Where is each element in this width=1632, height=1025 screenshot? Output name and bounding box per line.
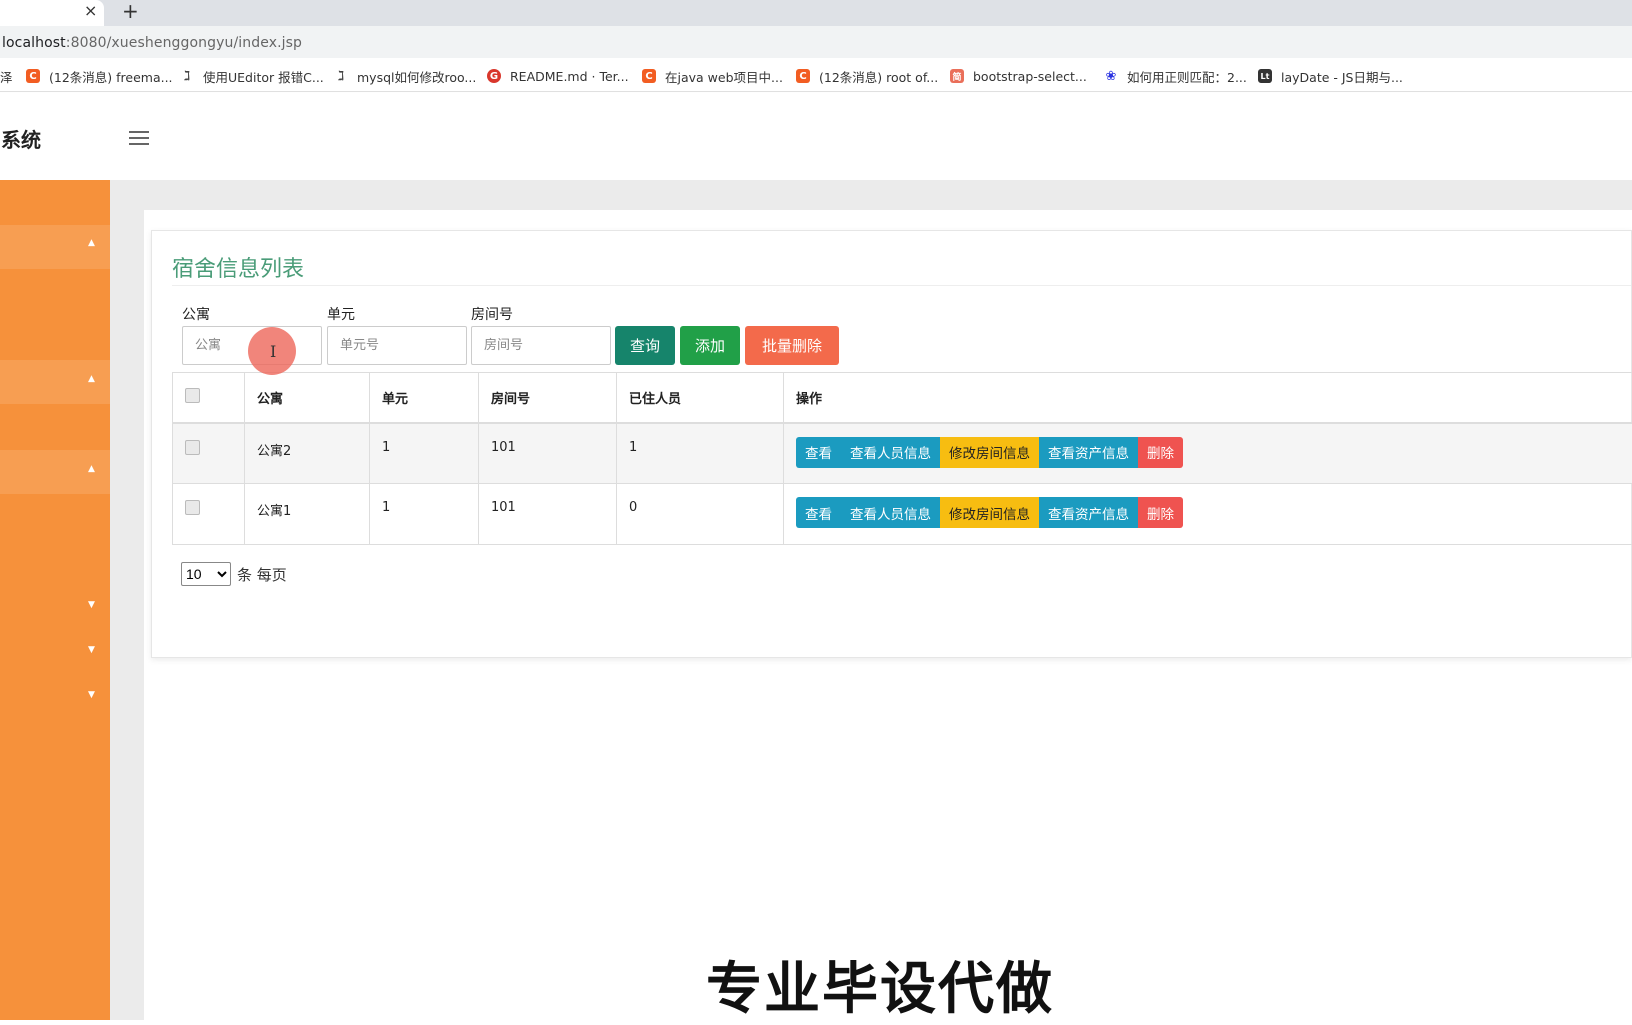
csdn-icon: C	[26, 69, 40, 83]
pagination: 10 条 每页	[181, 562, 287, 586]
page-size-suffix: 条 每页	[237, 564, 287, 585]
paw-icon: ❀	[1104, 69, 1118, 83]
search-button[interactable]: 查询	[615, 326, 675, 365]
close-tab-icon[interactable]: ×	[84, 1, 97, 20]
address-bar[interactable]: localhost:8080/xueshenggongyu/index.jsp	[0, 26, 1632, 58]
new-tab-button[interactable]: +	[122, 0, 139, 23]
actions-cell: 查看 查看人员信息 修改房间信息 查看资产信息 删除	[784, 484, 1632, 545]
view-button[interactable]: 查看	[796, 437, 841, 468]
apartment-cell: 公寓1	[245, 484, 370, 545]
column-header: 操作	[784, 373, 1632, 423]
occupants-cell: 1	[617, 423, 784, 484]
sidebar: ▲ ▲ ▲ ▼ ▼ ▼	[0, 180, 110, 1020]
table-row: 公寓1 1 101 0 查看 查看人员信息 修改房间信息 查看资产信息 删除	[173, 484, 1632, 545]
view-button[interactable]: 查看	[796, 497, 841, 528]
room-input[interactable]	[471, 326, 611, 365]
row-checkbox[interactable]	[185, 440, 200, 455]
bookmark-item[interactable]: ❀如何用正则匹配：2...	[1104, 67, 1247, 85]
bookmark-item[interactable]: C(12条消息) root of...	[796, 67, 938, 85]
column-header[interactable]: 公寓	[245, 373, 370, 423]
bookmark-item[interactable]: LtlayDate - JS日期与...	[1258, 67, 1403, 85]
tag-icon: ℷ	[334, 69, 348, 83]
row-select-cell	[173, 484, 245, 545]
page-size-select[interactable]: 10	[181, 562, 231, 586]
bookmark-item[interactable]: GREADME.md · Ter...	[487, 67, 629, 85]
sidebar-menu-item[interactable]: ▲	[0, 450, 110, 494]
view-occupants-button[interactable]: 查看人员信息	[841, 497, 940, 528]
tag-icon: ℷ	[180, 69, 194, 83]
delete-button[interactable]: 删除	[1138, 437, 1183, 468]
edit-room-button[interactable]: 修改房间信息	[940, 497, 1039, 528]
caret-up-icon: ▲	[88, 464, 95, 474]
caret-down-icon[interactable]: ▼	[88, 645, 95, 655]
caret-down-icon[interactable]: ▼	[88, 690, 95, 700]
csdn-icon: C	[796, 69, 810, 83]
app-header: 系统	[0, 93, 1632, 180]
select-all-cell	[173, 373, 245, 423]
unit-input[interactable]	[327, 326, 467, 365]
caret-up-icon: ▲	[88, 238, 95, 248]
room-label: 房间号	[471, 304, 513, 324]
bookmark-item[interactable]: C在java web项目中...	[642, 67, 783, 85]
app-brand: 系统	[1, 124, 41, 153]
laydate-icon: Lt	[1258, 69, 1272, 83]
csdn-icon: C	[642, 69, 656, 83]
browser-tab[interactable]: ×	[0, 0, 104, 26]
bookmark-item[interactable]: 泽	[0, 67, 13, 85]
watermark-caption: 专业毕设代做	[706, 944, 1054, 1025]
bookmarks-bar: 泽 C(12条消息) freema... ℷ使用UEditor 报错C... ℷ…	[0, 60, 1632, 92]
room-cell: 101	[479, 484, 617, 545]
bookmark-item[interactable]: ℷmysql如何修改roo...	[334, 67, 476, 85]
actions-cell: 查看 查看人员信息 修改房间信息 查看资产信息 删除	[784, 423, 1632, 484]
dorm-list-card: 宿舍信息列表 公寓 单元 房间号 查询 添加 批量删除 公寓 单元 房间号 已住…	[151, 230, 1632, 658]
unit-cell: 1	[370, 484, 479, 545]
column-header[interactable]: 已住人员	[617, 373, 784, 423]
edit-room-button[interactable]: 修改房间信息	[940, 437, 1039, 468]
apartment-label: 公寓	[182, 304, 210, 324]
view-occupants-button[interactable]: 查看人员信息	[841, 437, 940, 468]
caret-down-icon[interactable]: ▼	[88, 600, 95, 610]
batch-delete-button[interactable]: 批量删除	[745, 326, 839, 365]
apartment-cell: 公寓2	[245, 423, 370, 484]
sidebar-menu-item[interactable]: ▲	[0, 225, 110, 269]
view-assets-button[interactable]: 查看资产信息	[1039, 437, 1138, 468]
page-title: 宿舍信息列表	[172, 251, 304, 283]
bookmark-item[interactable]: C(12条消息) freema...	[26, 67, 173, 85]
dorm-table: 公寓 单元 房间号 已住人员 操作 公寓2 1 101 1 查看 查看人员信息 …	[172, 372, 1632, 545]
url-text[interactable]: localhost:8080/xueshenggongyu/index.jsp	[2, 35, 302, 51]
add-button[interactable]: 添加	[680, 326, 740, 365]
table-header-row: 公寓 单元 房间号 已住人员 操作	[173, 373, 1632, 423]
unit-label: 单元	[327, 304, 355, 324]
unit-cell: 1	[370, 423, 479, 484]
delete-button[interactable]: 删除	[1138, 497, 1183, 528]
browser-tab-strip: × +	[0, 0, 1632, 26]
jianshu-icon: 简	[950, 69, 964, 83]
select-all-checkbox[interactable]	[185, 388, 200, 403]
hamburger-icon[interactable]	[129, 131, 149, 145]
column-header[interactable]: 单元	[370, 373, 479, 423]
row-select-cell	[173, 423, 245, 484]
column-header[interactable]: 房间号	[479, 373, 617, 423]
text-cursor-icon: I	[270, 342, 276, 361]
title-divider	[172, 285, 1631, 286]
row-checkbox[interactable]	[185, 500, 200, 515]
occupants-cell: 0	[617, 484, 784, 545]
bookmark-item[interactable]: ℷ使用UEditor 报错C...	[180, 67, 324, 85]
room-cell: 101	[479, 423, 617, 484]
view-assets-button[interactable]: 查看资产信息	[1039, 497, 1138, 528]
table-row: 公寓2 1 101 1 查看 查看人员信息 修改房间信息 查看资产信息 删除	[173, 423, 1632, 484]
bookmark-item[interactable]: 简bootstrap-select...	[950, 67, 1087, 85]
gitee-icon: G	[487, 69, 501, 83]
sidebar-menu-item[interactable]: ▲	[0, 360, 110, 404]
caret-up-icon: ▲	[88, 374, 95, 384]
